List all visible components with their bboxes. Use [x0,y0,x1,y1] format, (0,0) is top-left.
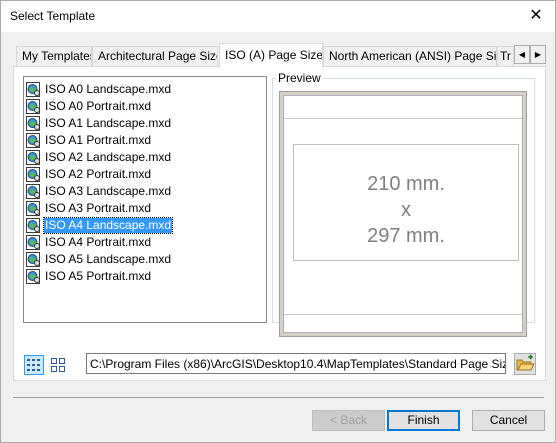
tab-strip: My Templates Architectural Page Sizes IS… [16,43,546,68]
list-item[interactable]: ISO A2 Landscape.mxd [24,149,172,166]
template-path-field[interactable]: C:\Program Files (x86)\ArcGIS\Desktop10.… [86,353,506,374]
preview-footer-line [284,314,522,315]
list-item-label: ISO A1 Landscape.mxd [45,116,172,130]
map-document-icon [26,269,40,284]
thumbnail-view-button[interactable] [48,355,68,375]
tab-scroll-left-button[interactable]: ◀ [514,45,530,64]
select-template-dialog: Select Template ✕ My Templates Architect… [0,0,556,443]
map-document-icon [26,82,40,97]
list-item[interactable]: ISO A2 Portrait.mxd [24,166,152,183]
tab-panel: ISO A0 Landscape.mxd ISO A0 Portrait.mxd I… [13,66,546,381]
tab-my-templates[interactable]: My Templates [16,46,92,67]
list-view-icon [27,359,40,371]
preview-label: Preview [276,71,323,85]
list-item-label: ISO A4 Landscape.mxd [42,217,174,234]
list-item-label: ISO A0 Landscape.mxd [45,82,172,96]
map-document-icon [26,133,40,148]
back-button[interactable]: < Back [312,410,385,431]
preview-height-text: 297 mm. [367,225,445,247]
preview-frame: 210 mm. x 297 mm. [293,144,519,261]
cancel-button[interactable]: Cancel [472,410,545,431]
tab-architectural-page-sizes[interactable]: Architectural Page Sizes [92,46,218,67]
list-item[interactable]: ISO A3 Landscape.mxd [24,183,172,200]
list-item[interactable]: ISO A5 Portrait.mxd [24,268,152,285]
map-document-icon [26,218,40,233]
preview-page: 210 mm. x 297 mm. [283,95,523,333]
template-list[interactable]: ISO A0 Landscape.mxd ISO A0 Portrait.mxd I… [23,76,267,323]
open-folder-icon [516,354,535,371]
preview-area: 210 mm. x 297 mm. [279,91,527,337]
list-item-label: ISO A4 Portrait.mxd [45,235,152,249]
window-title: Select Template [10,9,96,23]
map-document-icon [26,99,40,114]
list-item[interactable]: ISO A4 Portrait.mxd [24,234,152,251]
title-bar: Select Template ✕ [1,1,555,32]
map-document-icon [26,201,40,216]
list-item-label: ISO A5 Landscape.mxd [45,252,172,266]
map-document-icon [26,235,40,250]
list-item[interactable]: ISO A4 Landscape.mxd [24,217,174,234]
list-item-label: ISO A3 Portrait.mxd [45,201,152,215]
list-item[interactable]: ISO A1 Portrait.mxd [24,132,152,149]
list-item-label: ISO A2 Portrait.mxd [45,167,152,181]
list-item[interactable]: ISO A0 Landscape.mxd [24,81,172,98]
list-item[interactable]: ISO A1 Landscape.mxd [24,115,172,132]
browse-folder-button[interactable] [514,353,536,375]
map-document-icon [26,167,40,182]
map-document-icon [26,116,40,131]
thumbnail-view-icon [51,358,65,372]
map-document-icon [26,150,40,165]
preview-by-text: x [401,199,411,221]
map-document-icon [26,252,40,267]
list-item-label: ISO A3 Landscape.mxd [45,184,172,198]
list-item-label: ISO A2 Landscape.mxd [45,150,172,164]
list-view-button[interactable] [24,355,44,375]
close-button[interactable]: ✕ [527,7,545,25]
list-item-label: ISO A0 Portrait.mxd [45,99,152,113]
tab-truncated[interactable]: Tr [497,46,514,67]
preview-header-line [284,118,522,119]
tab-north-american-ansi-page-sizes[interactable]: North American (ANSI) Page Sizes [323,46,497,67]
list-item[interactable]: ISO A3 Portrait.mxd [24,200,152,217]
list-item-label: ISO A1 Portrait.mxd [45,133,152,147]
tab-iso-a-page-sizes[interactable]: ISO (A) Page Sizes [219,43,323,68]
button-separator [13,397,544,398]
finish-button[interactable]: Finish [387,410,460,431]
list-item[interactable]: ISO A0 Portrait.mxd [24,98,152,115]
list-item[interactable]: ISO A5 Landscape.mxd [24,251,172,268]
preview-width-text: 210 mm. [367,173,445,195]
map-document-icon [26,184,40,199]
list-item-label: ISO A5 Portrait.mxd [45,269,152,283]
tab-scroll-right-button[interactable]: ▶ [530,45,546,64]
